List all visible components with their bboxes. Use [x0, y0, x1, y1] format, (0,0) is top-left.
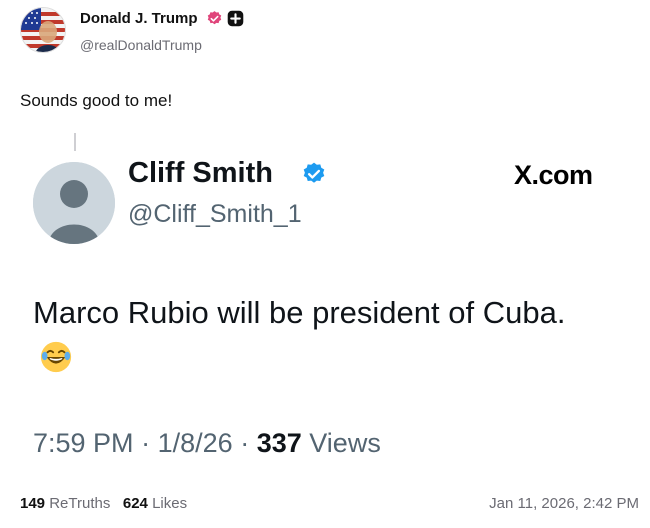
- meta-separator: ·: [141, 428, 151, 458]
- likes-count[interactable]: 624: [123, 495, 148, 512]
- verified-badge-icon: [206, 10, 223, 27]
- quoted-author-handle: @Cliff_Smith_1: [128, 200, 302, 228]
- author-avatar[interactable]: [20, 7, 66, 53]
- likes-label[interactable]: Likes: [152, 495, 187, 512]
- retruths-label[interactable]: ReTruths: [49, 495, 110, 512]
- quoted-post-date: 1/8/26: [157, 428, 233, 458]
- post-text: Sounds good to me!: [20, 91, 173, 110]
- author-handle[interactable]: @realDonaldTrump: [80, 36, 202, 54]
- author-name[interactable]: Donald J. Trump: [80, 10, 198, 28]
- thread-connector: [74, 133, 76, 151]
- post-stats: 149 ReTruths 624 Likes: [20, 490, 187, 518]
- x-site-label: X.com: [514, 160, 593, 190]
- default-avatar-icon: [33, 162, 115, 244]
- blue-verified-icon: [301, 161, 327, 187]
- post-timestamp[interactable]: Jan 11, 2026, 2:42 PM: [489, 490, 639, 518]
- avatar-image: [21, 8, 65, 52]
- quoted-post-text: Marco Rubio will be president of Cuba.: [33, 290, 593, 380]
- views-label: Views: [309, 428, 381, 458]
- quoted-author-name: Cliff Smith: [128, 157, 273, 189]
- laughing-emoji-icon: [39, 340, 73, 374]
- post-footer: 149 ReTruths 624 Likes Jan 11, 2026, 2:4…: [0, 490, 650, 518]
- meta-separator: ·: [240, 428, 250, 458]
- quoted-post-time: 7:59 PM: [33, 428, 134, 458]
- plus-badge-icon: [227, 10, 244, 27]
- quoted-post-body: Marco Rubio will be president of Cuba.: [33, 295, 566, 330]
- retruths-count[interactable]: 149: [20, 495, 45, 512]
- views-count: 337: [256, 428, 302, 458]
- quoted-post-image[interactable]: Cliff Smith @Cliff_Smith_1 X.com Marco R…: [0, 150, 650, 480]
- quoted-post-meta: 7:59 PM · 1/8/26 · 337 Views: [33, 426, 381, 460]
